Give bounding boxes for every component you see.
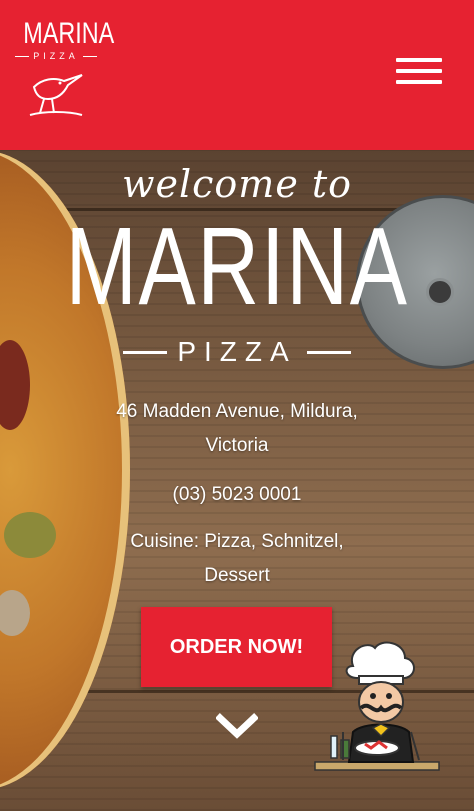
menu-bar	[396, 69, 442, 73]
logo-wordmark: MARINA	[23, 17, 115, 50]
cuisine-line: Cuisine: Pizza, Schnitzel,	[130, 531, 344, 552]
logo-subtitle: PIZZA	[14, 51, 98, 61]
address-line: Victoria	[205, 435, 269, 456]
logo-rule-right	[82, 55, 97, 57]
pizza-cutter-hub	[426, 278, 454, 306]
order-now-button[interactable]: ORDER NOW!	[141, 607, 332, 687]
brand-rule-left	[123, 350, 168, 354]
logo-subtitle-text: PIZZA	[33, 51, 79, 61]
menu-bar	[396, 80, 442, 84]
chevron-down-icon[interactable]	[215, 712, 259, 742]
brand-subtitle-text: PIZZA	[177, 336, 297, 367]
cuisine-info: Cuisine: Pizza, Schnitzel, Dessert	[0, 525, 474, 593]
hamburger-menu-icon[interactable]	[396, 58, 442, 84]
cuisine-line: Dessert	[204, 565, 270, 586]
chef-icon	[313, 636, 441, 774]
address-line: 46 Madden Avenue, Mildura,	[116, 401, 358, 422]
brand-title: MARINA	[65, 205, 409, 328]
pelican-icon	[14, 69, 98, 124]
brand-subtitle: PIZZA	[110, 336, 364, 368]
phone-number[interactable]: (03) 5023 0001	[0, 478, 474, 512]
menu-bar	[396, 58, 442, 62]
top-header: MARINA PIZZA	[0, 0, 474, 150]
logo-rule-left	[15, 55, 30, 57]
welcome-text: welcome to	[121, 162, 353, 206]
brand-rule-right	[306, 350, 351, 354]
address: 46 Madden Avenue, Mildura, Victoria	[0, 395, 474, 463]
site-logo[interactable]: MARINA PIZZA	[14, 17, 115, 124]
